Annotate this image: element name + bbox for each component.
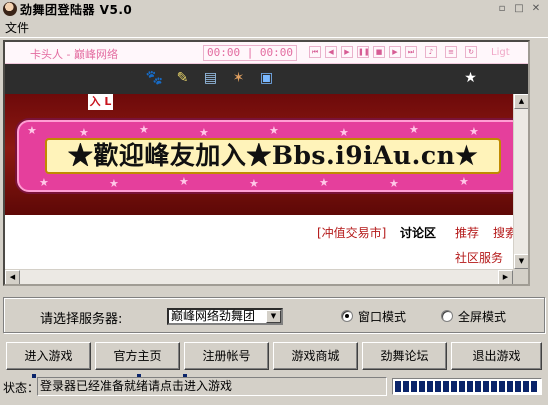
vertical-scrollbar[interactable]: ▲ ▼: [513, 94, 528, 269]
welcome-text: ★歡迎峰友加入★Bbs.i9iAu.cn★: [45, 138, 501, 174]
link-recharge[interactable]: [冲值交易市]: [317, 224, 386, 241]
minimize-icon[interactable]: ▫: [494, 2, 510, 16]
server-panel: 请选择服务器: 巅峰网络劲舞团 ▼ 窗口模式 全屏模式: [3, 297, 545, 333]
official-home-button[interactable]: 官方主页: [95, 342, 180, 370]
status-bar: 状态： 登录器已经准备就绪请点击进入游戏: [0, 374, 548, 405]
forum-button[interactable]: 劲舞论坛: [362, 342, 447, 370]
menu-file[interactable]: 文件: [5, 19, 29, 36]
exit-button[interactable]: 退出游戏: [451, 342, 542, 370]
link-recommend[interactable]: 推荐: [455, 224, 479, 241]
close-icon[interactable]: ✕: [528, 2, 544, 16]
title-bar: 劲舞团登陆器 V5.0 ▫ □ ✕: [0, 0, 548, 18]
menu-bar: 文件: [0, 18, 548, 38]
site-navbar: 🐾 ✎ ▤ ✶ ▣ ★: [5, 64, 528, 94]
link-community[interactable]: 社区服务: [455, 249, 503, 266]
window-mode-radio[interactable]: [341, 310, 353, 322]
fullscreen-mode-label: 全屏模式: [458, 310, 507, 324]
scroll-corner: [513, 269, 528, 284]
small-ad[interactable]: 入 L: [88, 94, 113, 110]
server-label: 请选择服务器:: [40, 312, 123, 327]
browser-view: 卡头人 - 巅峰网络 00:00 | 00:00 ⏮ ◀ ▶ ❚❚ ■ ▶ ⏭ …: [3, 40, 530, 286]
next-icon[interactable]: ⏭: [405, 46, 417, 58]
status-marker: [32, 374, 36, 378]
dancer-icon[interactable]: ✶: [229, 69, 248, 88]
window-title: 劲舞团登陆器 V5.0: [20, 2, 133, 17]
pause-icon[interactable]: ❚❚: [357, 46, 370, 58]
link-forum[interactable]: 讨论区: [400, 224, 436, 241]
stop-icon[interactable]: ■: [373, 46, 385, 58]
play-icon[interactable]: ▶: [341, 46, 353, 58]
register-button[interactable]: 注册帐号: [184, 342, 269, 370]
scroll-up-icon[interactable]: ▲: [514, 94, 528, 109]
pencil-icon[interactable]: ✎: [173, 69, 192, 88]
forward-icon[interactable]: ▶: [389, 46, 401, 58]
server-select[interactable]: 巅峰网络劲舞团 ▼: [167, 308, 283, 325]
music-player: 卡头人 - 巅峰网络 00:00 | 00:00 ⏮ ◀ ▶ ❚❚ ■ ▶ ⏭ …: [5, 42, 528, 64]
progress-fill: [395, 381, 539, 392]
shop-button[interactable]: 游戏商城: [273, 342, 358, 370]
rewind-icon[interactable]: ◀: [325, 46, 337, 58]
player-time: 00:00 | 00:00: [203, 45, 297, 61]
prev-icon[interactable]: ⏮: [309, 46, 321, 58]
scroll-right-icon[interactable]: ▶: [498, 270, 513, 284]
status-label: 状态：: [3, 381, 40, 395]
status-text: 登录器已经准备就绪请点击进入游戏: [37, 377, 387, 396]
player-light: Ligt: [491, 47, 510, 58]
site-banner: 入 L ★ ★ ★ ★ ★ ★ ★ ★ ★ ★ ★ ★ ★ ★ ★ ★歡迎峰友加…: [5, 94, 528, 215]
horizontal-scrollbar[interactable]: ◀ ▶: [5, 269, 513, 284]
paw-icon[interactable]: 🐾: [145, 69, 164, 88]
player-song-title: 卡头人 - 巅峰网络: [30, 48, 118, 61]
loop-icon[interactable]: ↻: [465, 46, 477, 58]
window-mode-label: 窗口模式: [358, 310, 407, 324]
maximize-icon[interactable]: □: [511, 2, 527, 16]
list-icon[interactable]: ≡: [445, 46, 457, 58]
star-icon[interactable]: ★: [461, 69, 480, 88]
chevron-down-icon[interactable]: ▼: [266, 310, 281, 323]
scroll-down-icon[interactable]: ▼: [514, 254, 528, 269]
welcome-banner[interactable]: ★ ★ ★ ★ ★ ★ ★ ★ ★ ★ ★ ★ ★ ★ ★ ★歡迎峰友加入★Bb…: [17, 120, 524, 192]
film-icon[interactable]: ▣: [257, 69, 276, 88]
window-icon[interactable]: ▤: [201, 69, 220, 88]
app-icon: [3, 2, 17, 16]
enter-game-button[interactable]: 进入游戏: [6, 342, 91, 370]
progress-bar: [392, 378, 542, 395]
scroll-left-icon[interactable]: ◀: [5, 270, 20, 284]
server-selected: 巅峰网络劲舞团: [171, 309, 256, 323]
fullscreen-mode-radio[interactable]: [441, 310, 453, 322]
volume-icon[interactable]: ♪: [425, 46, 437, 58]
